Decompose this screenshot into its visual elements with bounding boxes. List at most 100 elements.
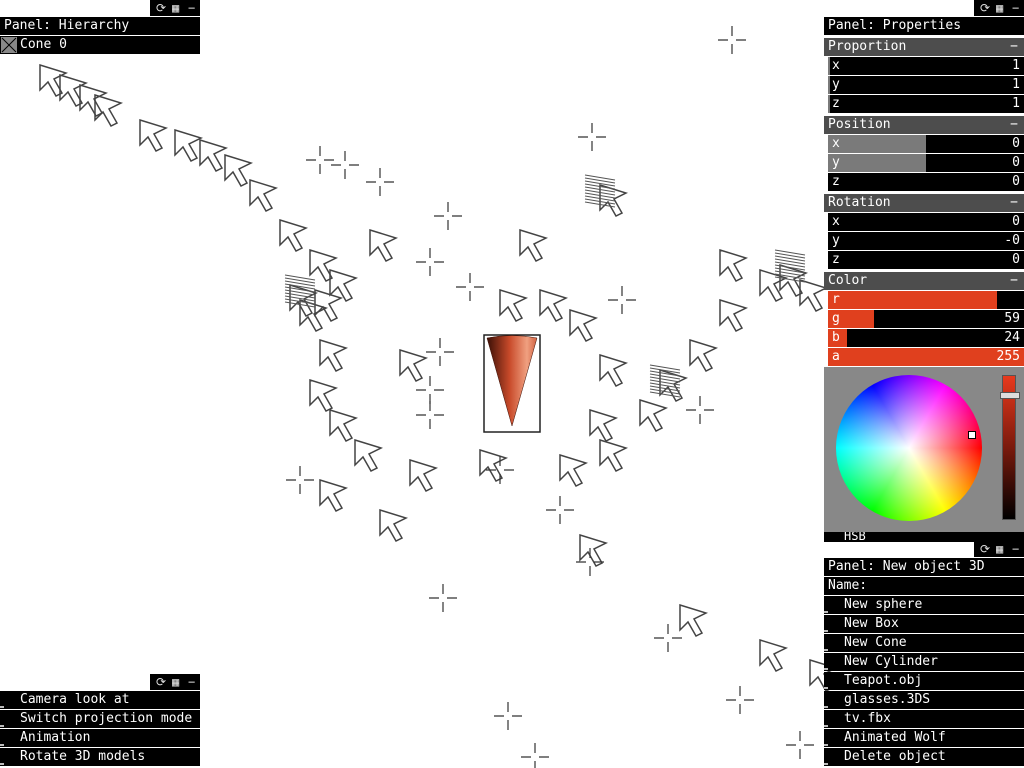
object-name-field[interactable]: Name: [824, 577, 1024, 595]
camera-frustum-icon [379, 508, 409, 542]
new-object-titlebar[interactable]: ⟳ ▦ − [974, 541, 1024, 557]
camera-frustum-icon [759, 638, 789, 672]
camera-frustum-icon [249, 178, 279, 212]
panel-title: Panel: New object 3D [828, 559, 985, 574]
panel-title: Panel: Properties [828, 18, 962, 33]
rotation-z-slider[interactable]: z 0 [828, 251, 1024, 269]
light-marker-icon [366, 168, 394, 196]
collapse-icon[interactable]: − [1010, 116, 1018, 134]
axis-label: x [832, 136, 840, 151]
axis-label: x [832, 58, 840, 73]
collapse-icon[interactable]: − [1010, 38, 1018, 56]
new-object-item-5[interactable]: glasses.3DS [824, 691, 1024, 709]
axis-label: x [832, 214, 840, 229]
new-object-panel-title: Panel: New object 3D [824, 558, 1024, 576]
position-x-slider[interactable]: x 0 [828, 135, 1024, 153]
color-b-slider[interactable]: b 24 [828, 329, 1024, 347]
new-object-item-3[interactable]: New Cylinder [824, 653, 1024, 671]
axis-label: z [832, 96, 840, 111]
proportion-y-slider[interactable]: y 1 [828, 76, 1024, 94]
camera-frustum-icon [799, 278, 829, 312]
color-section-header[interactable]: Color − [824, 272, 1024, 290]
camera-frustum-icon [59, 73, 89, 107]
refresh-icon[interactable]: ⟳ [980, 0, 990, 16]
new-object-item-4[interactable]: Teapot.obj [824, 672, 1024, 690]
hue-saturation-wheel[interactable] [836, 375, 982, 521]
bullet-marker [824, 668, 828, 670]
light-marker-icon [486, 456, 514, 484]
camera-frustum-icon [409, 458, 439, 492]
proportion-z-slider[interactable]: z 1 [828, 95, 1024, 113]
save-icon[interactable]: ▦ [996, 0, 1003, 16]
camera-frustum-icon [224, 153, 254, 187]
color-g-slider[interactable]: g 59 [828, 310, 1024, 328]
rotation-x-slider[interactable]: x 0 [828, 213, 1024, 231]
list-item-label: New Cylinder [844, 654, 938, 669]
refresh-icon[interactable]: ⟳ [156, 674, 166, 690]
light-marker-icon [429, 584, 457, 612]
actions-titlebar[interactable]: ⟳ ▦ − [150, 674, 200, 690]
refresh-icon[interactable]: ⟳ [156, 0, 166, 16]
save-icon[interactable]: ▦ [996, 541, 1003, 557]
camera-frustum-icon [689, 338, 719, 372]
list-item-label: New Box [844, 616, 899, 631]
axis-label: z [832, 252, 840, 267]
proportion-section-header[interactable]: Proportion − [824, 38, 1024, 56]
list-item-label: Delete object [844, 749, 946, 764]
minimize-icon[interactable]: − [1012, 0, 1019, 16]
light-marker-icon [434, 202, 462, 230]
color-wheel-knob[interactable] [968, 431, 976, 439]
hierarchy-item-cone-0[interactable]: Cone 0 [0, 36, 200, 54]
action-item-3[interactable]: Rotate 3D models [0, 748, 200, 766]
collapse-icon[interactable]: − [1010, 272, 1018, 290]
new-object-item-0[interactable]: New sphere [824, 596, 1024, 614]
color-r-slider[interactable]: r [828, 291, 1024, 309]
position-section-header[interactable]: Position − [824, 116, 1024, 134]
action-item-2[interactable]: Animation [0, 729, 200, 747]
proportion-x-value: 1 [1012, 58, 1020, 73]
bullet-marker [0, 725, 4, 727]
color-a-slider[interactable]: a 255 [828, 348, 1024, 366]
properties-titlebar[interactable]: ⟳ ▦ − [974, 0, 1024, 16]
rotation-y-slider[interactable]: y -0 [828, 232, 1024, 250]
save-icon[interactable]: ▦ [172, 0, 179, 16]
minimize-icon[interactable]: − [188, 674, 195, 690]
light-marker-icon [686, 396, 714, 424]
position-z-slider[interactable]: z 0 [828, 173, 1024, 191]
camera-frustum-icon [539, 288, 569, 322]
collapse-icon[interactable]: − [1010, 194, 1018, 212]
color-b-value: 24 [1004, 330, 1020, 345]
hierarchy-titlebar[interactable]: ⟳ ▦ − [150, 0, 200, 16]
bullet-marker [0, 744, 4, 746]
action-item-0[interactable]: Camera look at [0, 691, 200, 709]
bullet-marker [824, 611, 828, 613]
list-item-label: Switch projection mode [20, 711, 193, 726]
section-title: Rotation [828, 195, 891, 210]
new-object-item-1[interactable]: New Box [824, 615, 1024, 633]
camera-frustum-icon [679, 603, 709, 637]
proportion-x-slider[interactable]: x 1 [828, 57, 1024, 75]
save-icon[interactable]: ▦ [172, 674, 179, 690]
new-object-item-2[interactable]: New Cone [824, 634, 1024, 652]
minimize-icon[interactable]: − [1012, 541, 1019, 557]
new-object-item-8[interactable]: Delete object [824, 748, 1024, 766]
brightness-slider-handle[interactable] [1000, 392, 1020, 399]
action-item-1[interactable]: Switch projection mode [0, 710, 200, 728]
list-item-label: Rotate 3D models [20, 749, 146, 764]
refresh-icon[interactable]: ⟳ [980, 541, 990, 557]
camera-frustum-icon [499, 288, 529, 322]
position-y-slider[interactable]: y 0 [828, 154, 1024, 172]
channel-label: b [832, 330, 840, 345]
camera-frustum-icon [479, 448, 509, 482]
bullet-marker [824, 649, 828, 651]
new-object-item-7[interactable]: Animated Wolf [824, 729, 1024, 747]
color-mode-label: HSB [844, 532, 866, 542]
light-marker-icon [306, 146, 334, 174]
object-toggle-icon[interactable] [1, 37, 17, 53]
selected-cone[interactable] [483, 334, 541, 433]
camera-frustum-icon [309, 248, 339, 282]
new-object-item-6[interactable]: tv.fbx [824, 710, 1024, 728]
section-title: Color [828, 273, 868, 288]
minimize-icon[interactable]: − [188, 0, 195, 16]
rotation-section-header[interactable]: Rotation − [824, 194, 1024, 212]
